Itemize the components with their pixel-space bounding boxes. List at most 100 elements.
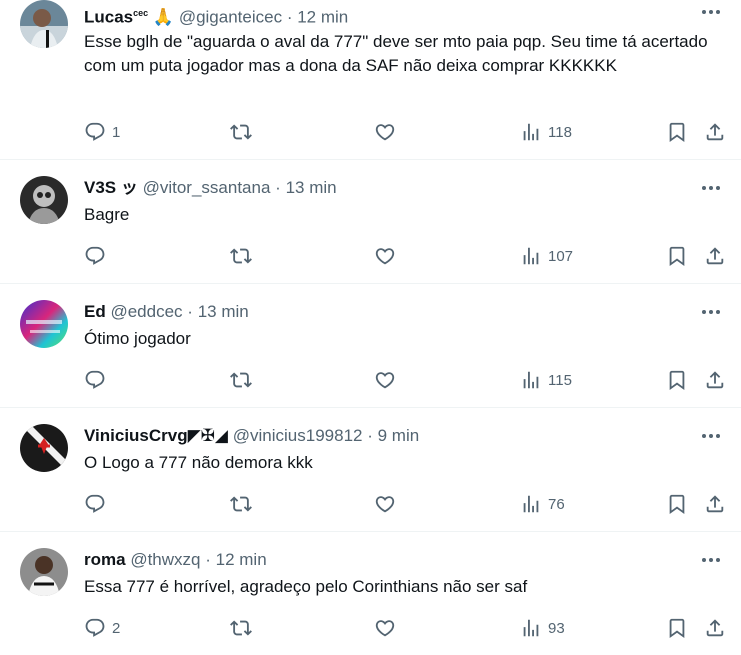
bookmark-icon [666,493,688,515]
more-options-icon[interactable] [699,304,723,320]
tweet-header: Ed @eddcec · 13 min [84,301,249,323]
reply-icon [84,245,106,267]
like-button[interactable] [374,616,396,640]
timestamp[interactable]: 12 min [216,550,267,569]
tweet-header: ViniciusCrvg◤✠◢ @vinicius199812 · 9 min [84,425,419,447]
display-name[interactable]: roma [84,550,126,569]
timestamp[interactable]: 9 min [378,426,420,445]
heart-icon [374,493,396,515]
tweet-text: Bagre [84,205,130,224]
user-handle[interactable]: @vitor_ssantana [143,178,271,197]
more-options-icon[interactable] [699,180,723,196]
retweet-icon [230,493,252,515]
views-icon [520,617,542,639]
tweet[interactable]: Lucascec 🙏 @giganteicec · 12 min Esse bg… [0,0,741,160]
share-button[interactable] [704,492,726,516]
share-button[interactable] [704,616,726,640]
avatar-image [20,300,68,348]
bookmark-button[interactable] [666,368,688,392]
tweet[interactable]: V3S ッ @vitor_ssantana · 13 min Bagre 107 [0,160,741,284]
avatar[interactable] [20,300,68,348]
retweet-icon [230,617,252,639]
reply-icon [84,493,106,515]
retweet-icon [230,369,252,391]
display-name[interactable]: V3S ッ [84,178,138,197]
reply-icon [84,121,106,143]
reply-count: 2 [112,619,121,637]
heart-icon [374,121,396,143]
share-icon [704,369,726,391]
retweet-button[interactable] [230,492,252,516]
reply-button[interactable] [84,244,112,268]
views-count: 118 [548,123,572,141]
more-options-icon[interactable] [699,4,723,20]
like-button[interactable] [374,244,396,268]
share-button[interactable] [704,244,726,268]
retweet-icon [230,245,252,267]
tweet[interactable]: roma @thwxzq · 12 min Essa 777 é horríve… [0,532,741,655]
reply-button[interactable] [84,368,112,392]
retweet-button[interactable] [230,368,252,392]
user-handle[interactable]: @eddcec [110,302,182,321]
avatar-image [20,548,68,596]
retweet-button[interactable] [230,120,252,144]
display-name[interactable]: Lucas [84,8,133,27]
tweet-text: Essa 777 é horrível, agradeço pelo Corin… [84,577,528,596]
user-handle[interactable]: @thwxzq [130,550,200,569]
separator-dot: · [205,550,211,569]
views-button[interactable]: 76 [520,492,565,516]
heart-icon [374,245,396,267]
views-button[interactable]: 118 [520,120,572,144]
like-button[interactable] [374,120,396,144]
avatar[interactable] [20,176,68,224]
timestamp[interactable]: 12 min [297,8,348,27]
share-icon [704,245,726,267]
tweet-text: Ótimo jogador [84,329,191,348]
more-options-icon[interactable] [699,552,723,568]
views-button[interactable]: 107 [520,244,573,268]
tweet[interactable]: ViniciusCrvg◤✠◢ @vinicius199812 · 9 min … [0,408,741,532]
views-count: 107 [548,247,574,265]
retweet-button[interactable] [230,616,252,640]
timestamp[interactable]: 13 min [286,178,337,197]
retweet-button[interactable] [230,244,252,268]
views-count: 115 [548,371,572,389]
more-options-icon[interactable] [699,428,723,444]
bookmark-button[interactable] [666,616,688,640]
bookmark-button[interactable] [666,120,688,144]
avatar-image [20,424,68,472]
views-button[interactable]: 93 [520,616,565,640]
tweet[interactable]: Ed @eddcec · 13 min Ótimo jogador 115 [0,284,741,408]
bookmark-button[interactable] [666,244,688,268]
avatar[interactable] [20,548,68,596]
views-button[interactable]: 115 [520,368,572,392]
reply-button[interactable] [84,492,112,516]
share-icon [704,617,726,639]
tweet-text: Esse bglh de "aguarda o aval da 777" dev… [84,32,708,75]
display-name[interactable]: ViniciusCrvg◤✠◢ [84,426,228,445]
avatar-image [20,0,68,48]
avatar[interactable] [20,424,68,472]
user-handle[interactable]: @giganteicec [179,8,282,27]
share-button[interactable] [704,120,726,144]
separator-dot: · [275,178,281,197]
action-bar: 76 [84,492,734,516]
reply-button[interactable]: 1 [84,120,120,144]
share-icon [704,121,726,143]
reply-button[interactable]: 2 [84,616,120,640]
display-name[interactable]: Ed [84,302,106,321]
action-bar: 107 [84,244,734,268]
tweet-text: O Logo a 777 não demora kkk [84,453,313,472]
timestamp[interactable]: 13 min [198,302,249,321]
user-handle[interactable]: @vinicius199812 [233,426,363,445]
pray-emoji-icon: 🙏 [152,7,175,27]
like-button[interactable] [374,492,396,516]
bookmark-button[interactable] [666,492,688,516]
heart-icon [374,617,396,639]
share-button[interactable] [704,368,726,392]
avatar-image [20,176,68,224]
bookmark-icon [666,369,688,391]
action-bar: 1 118 [84,120,734,144]
avatar[interactable] [20,0,68,48]
like-button[interactable] [374,368,396,392]
